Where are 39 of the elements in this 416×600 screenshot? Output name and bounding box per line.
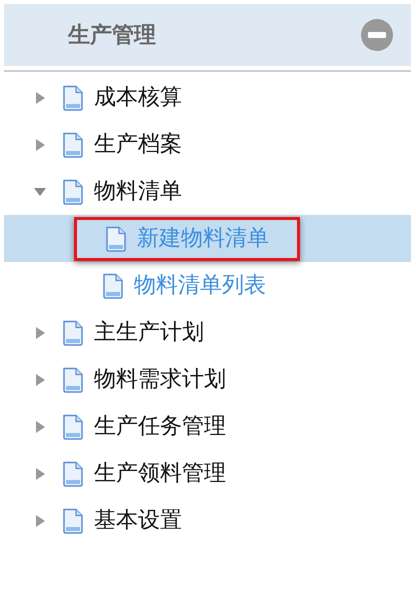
tree-item[interactable]: 生产档案 (4, 121, 411, 168)
minus-icon (368, 32, 386, 38)
caret-right-icon[interactable] (34, 514, 46, 526)
document-icon (62, 366, 84, 392)
tree-item[interactable]: 成本核算 (4, 74, 411, 121)
tree-item[interactable]: 主生产计划 (4, 309, 411, 356)
document-icon (62, 508, 84, 534)
tree-item[interactable]: 生产领料管理 (4, 450, 411, 497)
caret-down-icon[interactable] (34, 186, 46, 198)
caret-right-icon[interactable] (34, 92, 46, 104)
tree-item-label: 物料需求计划 (94, 366, 226, 394)
caret-right-icon[interactable] (34, 374, 46, 386)
document-icon (62, 84, 84, 110)
tree-item-label: 主生产计划 (94, 319, 204, 347)
document-icon (62, 320, 84, 346)
tree-item[interactable]: 生产任务管理 (4, 403, 411, 450)
tree-item[interactable]: 基本设置 (4, 497, 411, 544)
caret-right-icon[interactable] (34, 138, 46, 150)
document-icon (102, 272, 124, 298)
panel-title: 生产管理 (68, 22, 156, 50)
document-icon (62, 414, 84, 440)
tree-item-label: 生产领料管理 (94, 460, 226, 488)
tree-item-label: 生产档案 (94, 131, 182, 159)
document-icon (62, 178, 84, 204)
tree-item-label: 基本设置 (94, 507, 182, 535)
caret-right-icon[interactable] (34, 468, 46, 480)
caret-right-icon[interactable] (34, 326, 46, 338)
tree-item[interactable]: 物料需求计划 (4, 356, 411, 403)
tree-subitem-label: 新建物料清单 (137, 225, 269, 253)
tree-subitem-label: 物料清单列表 (134, 272, 266, 300)
collapse-button[interactable] (361, 19, 393, 51)
tree-item-label: 物料清单 (94, 178, 182, 206)
tree-item-label: 成本核算 (94, 84, 182, 112)
document-icon (62, 460, 84, 486)
tree-item[interactable]: 物料清单 (4, 168, 411, 215)
tree-item-label: 生产任务管理 (94, 413, 226, 441)
document-icon (105, 226, 127, 252)
caret-right-icon[interactable] (34, 420, 46, 432)
document-icon (62, 132, 84, 158)
